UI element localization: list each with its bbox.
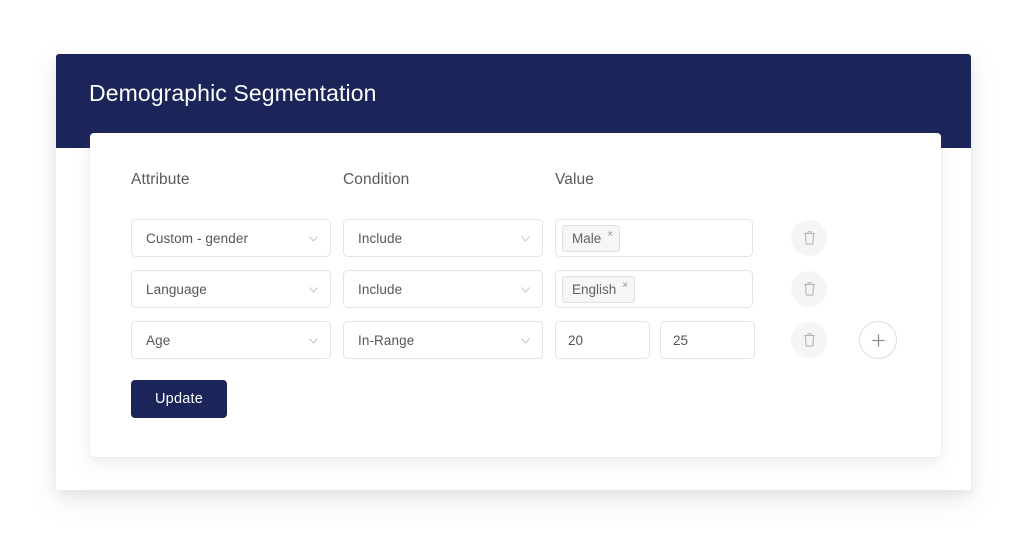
filter-rows: Custom - gender Include Male × Language … <box>131 219 941 359</box>
update-button[interactable]: Update <box>131 380 227 418</box>
condition-select-value: Include <box>358 230 403 246</box>
close-icon[interactable]: × <box>622 280 628 291</box>
trash-icon <box>802 230 817 246</box>
range-min-input[interactable]: 20 <box>555 321 650 359</box>
value-tag-label: English <box>572 281 617 297</box>
app-root: Demographic Segmentation Attribute Condi… <box>0 0 1024 545</box>
range-min-value: 20 <box>568 332 584 348</box>
attribute-select[interactable]: Age <box>131 321 331 359</box>
attribute-select-value: Language <box>146 281 207 297</box>
attribute-select[interactable]: Custom - gender <box>131 219 331 257</box>
table-row: Language Include English × <box>131 270 941 308</box>
column-header-value: Value <box>555 171 594 188</box>
attribute-select[interactable]: Language <box>131 270 331 308</box>
delete-row-button[interactable] <box>791 322 827 358</box>
range-max-input[interactable]: 25 <box>660 321 755 359</box>
attribute-select-value: Age <box>146 332 171 348</box>
attribute-select-value: Custom - gender <box>146 230 249 246</box>
table-row: Age In-Range 20 25 <box>131 321 941 359</box>
column-header-attribute: Attribute <box>131 171 190 188</box>
close-icon[interactable]: × <box>607 229 613 240</box>
value-tag-label: Male <box>572 230 602 246</box>
trash-icon <box>802 332 817 348</box>
add-row-button[interactable] <box>859 321 897 359</box>
range-max-value: 25 <box>673 332 689 348</box>
column-header-condition: Condition <box>343 171 410 188</box>
delete-row-button[interactable] <box>791 271 827 307</box>
value-tag[interactable]: Male × <box>562 224 621 252</box>
chevron-down-icon <box>307 334 320 347</box>
condition-select-value: Include <box>358 281 403 297</box>
value-tag-input[interactable]: English × <box>555 270 753 308</box>
chevron-down-icon <box>307 232 320 245</box>
segmentation-card: Attribute Condition Value Custom - gende… <box>90 133 941 457</box>
page-title: Demographic Segmentation <box>89 80 377 106</box>
chevron-down-icon <box>519 283 532 296</box>
chevron-down-icon <box>307 283 320 296</box>
condition-select-value: In-Range <box>358 332 415 348</box>
table-row: Custom - gender Include Male × <box>131 219 941 257</box>
condition-select[interactable]: Include <box>343 270 543 308</box>
chevron-down-icon <box>519 334 532 347</box>
condition-select[interactable]: In-Range <box>343 321 543 359</box>
delete-row-button[interactable] <box>791 220 827 256</box>
condition-select[interactable]: Include <box>343 219 543 257</box>
value-tag-input[interactable]: Male × <box>555 219 753 257</box>
value-tag[interactable]: English × <box>562 275 636 303</box>
chevron-down-icon <box>519 232 532 245</box>
plus-icon <box>870 332 887 349</box>
trash-icon <box>802 281 817 297</box>
card-body: Attribute Condition Value Custom - gende… <box>131 171 941 457</box>
column-headers: Attribute Condition Value <box>131 171 941 197</box>
